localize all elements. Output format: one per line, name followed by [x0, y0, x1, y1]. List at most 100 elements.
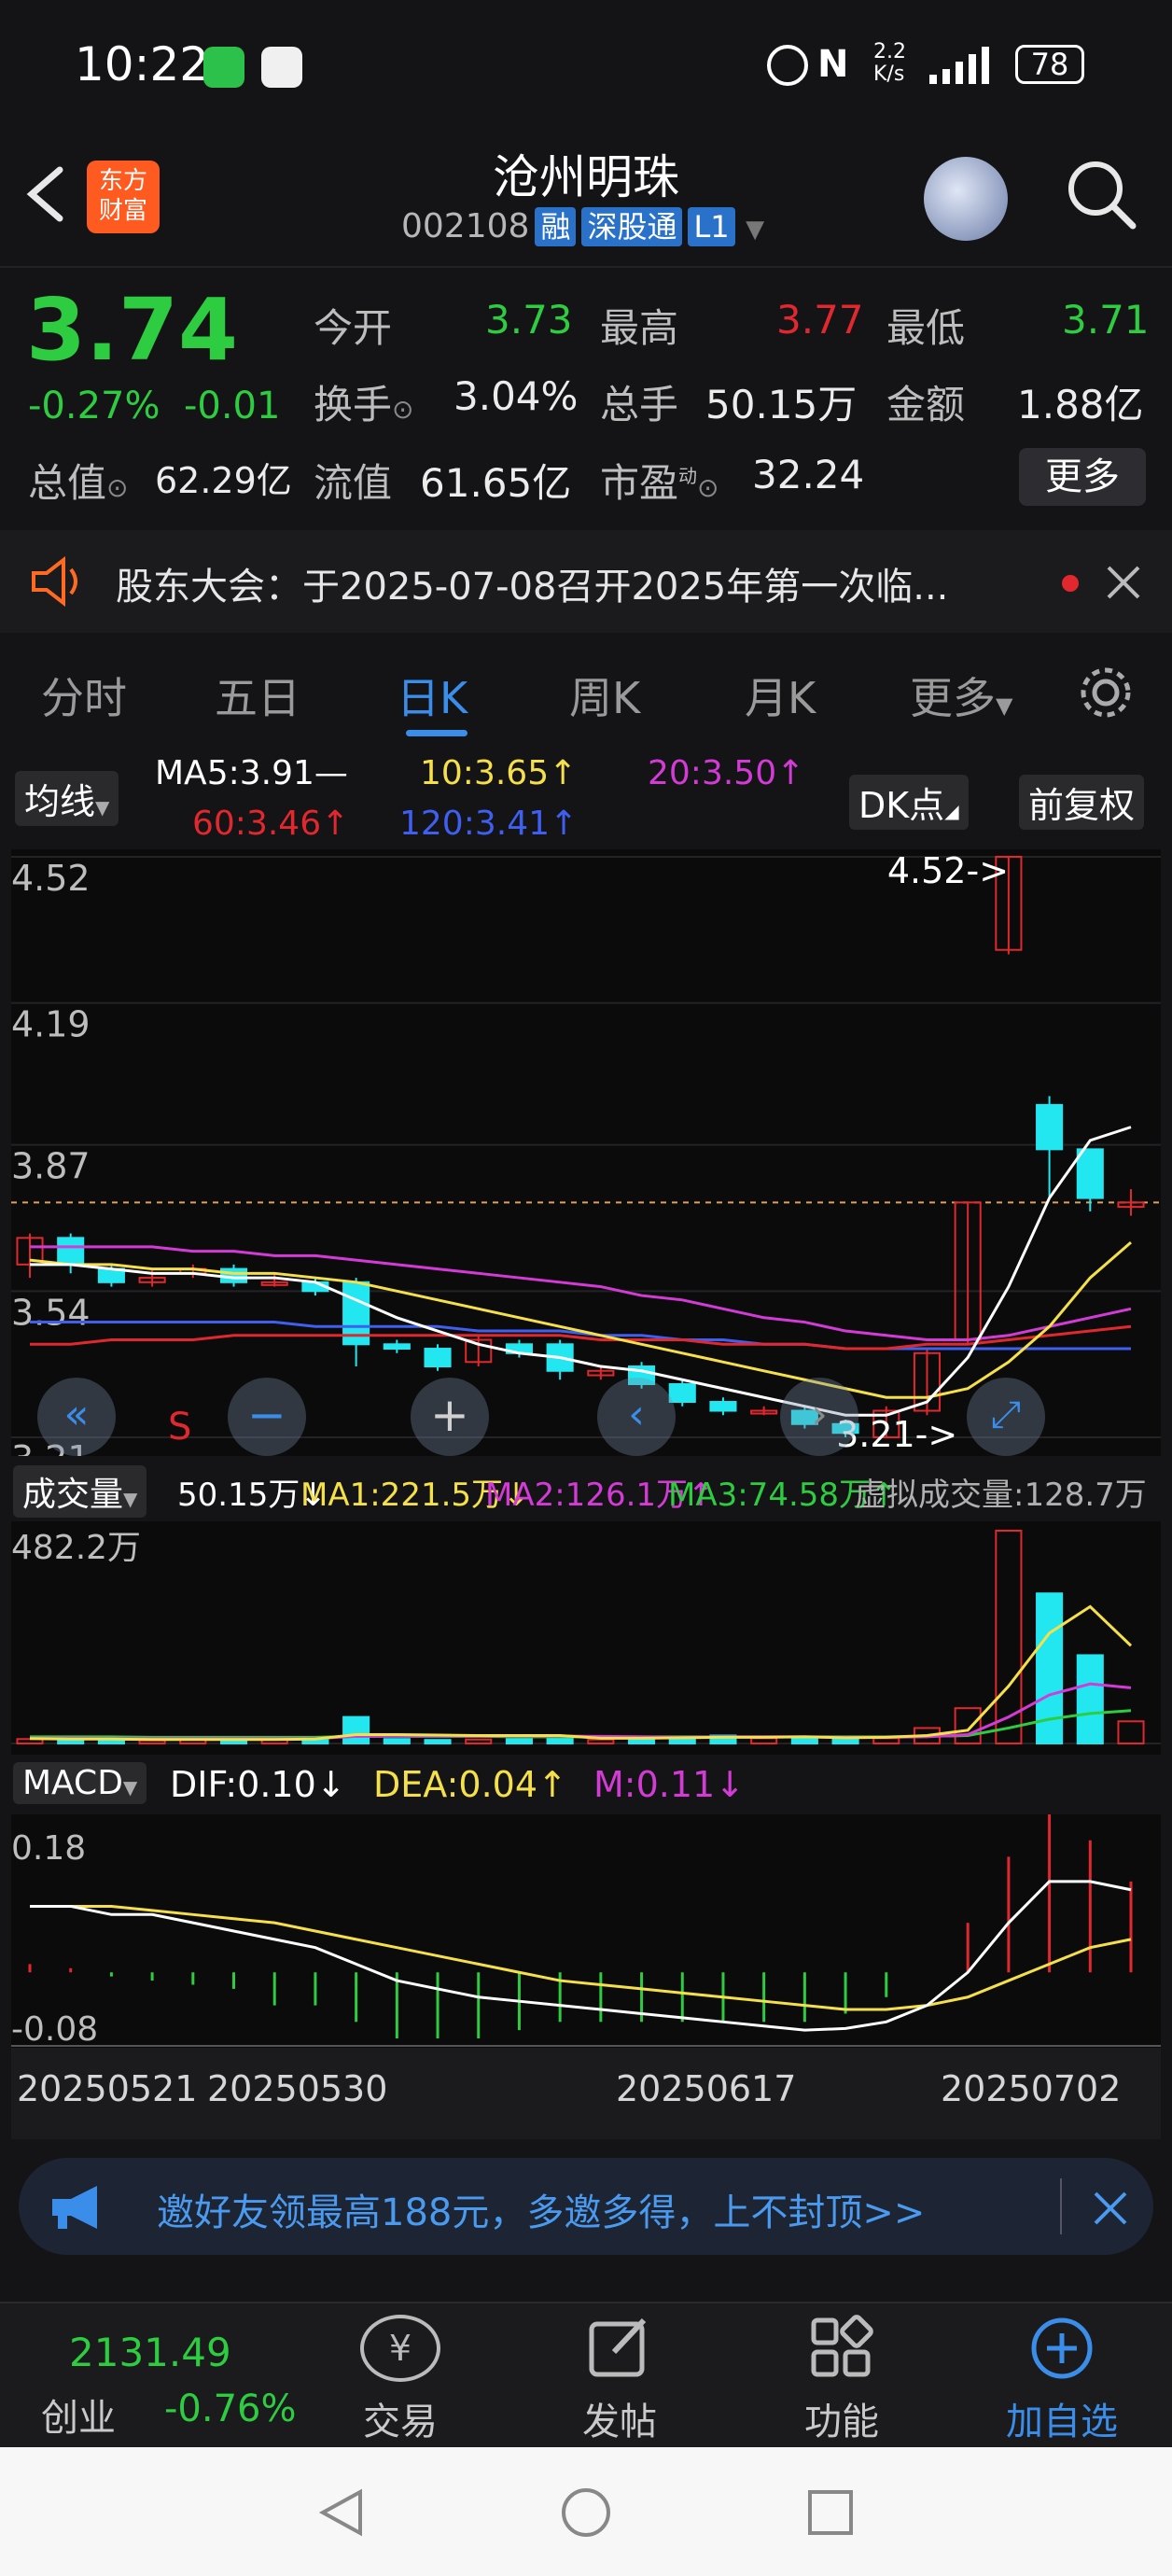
scroll-right-icon[interactable]: › [780, 1378, 858, 1456]
rewind-icon[interactable]: « [37, 1378, 116, 1456]
tab-intraday[interactable]: 分时 [41, 665, 127, 726]
close-icon[interactable] [1105, 564, 1142, 601]
nav-functions[interactable]: 功能 [776, 2391, 907, 2445]
functions-grid-icon[interactable] [808, 2315, 875, 2382]
system-back-icon[interactable] [315, 2486, 368, 2539]
level-tag: L1 [688, 207, 735, 246]
ma60-value: 60:3.46↑ [192, 805, 350, 843]
adjust-button[interactable]: 前复权 [1019, 775, 1145, 830]
margin-tag: 融 [535, 207, 577, 246]
macd-selector[interactable]: MACD▼ [13, 1762, 147, 1804]
tab-more[interactable]: 更多▼ [910, 665, 1012, 726]
notice-bar[interactable]: 股东大会：于2025-07-08召开2025年第一次临... [0, 530, 1172, 633]
signal-icon [929, 47, 989, 84]
kline-chart[interactable]: 4.524.193.873.543.21 4.52->3.21-> [11, 849, 1161, 1456]
turnover-label[interactable]: 换手⊙ [314, 373, 413, 430]
open-label: 今开 [314, 305, 393, 351]
ma10-value: 10:3.65↑ [420, 754, 578, 792]
volume-value: 50.15万 [705, 382, 858, 427]
caret-down-icon: ▼ [123, 1488, 138, 1510]
settings-gear-icon[interactable] [1078, 665, 1134, 721]
volume-selector[interactable]: 成交量▼ [13, 1465, 147, 1518]
trade-icon[interactable]: ¥ [360, 2315, 440, 2382]
volume-chart[interactable]: 482.2万 [11, 1521, 1161, 1755]
high-value: 3.77 [776, 297, 864, 343]
candle [57, 1237, 85, 1266]
active-tab-indicator [406, 730, 467, 736]
pe-label[interactable]: 市盈动⊙ [600, 452, 719, 509]
volume-bar [57, 1739, 85, 1744]
caret-down-icon: ▼ [746, 216, 765, 244]
volume-bar [424, 1739, 452, 1744]
ma5-value: MA5:3.91— [155, 754, 348, 792]
invite-banner[interactable]: 邀好友领最高188元，多邀多得，上不封顶>> [19, 2158, 1153, 2255]
tab-weekly-k[interactable]: 周K [569, 665, 640, 726]
post-edit-icon[interactable] [586, 2315, 653, 2382]
candle [709, 1401, 737, 1412]
nav-trade[interactable]: 交易 [335, 2391, 466, 2445]
candle [1036, 1103, 1064, 1151]
candle [424, 1348, 452, 1368]
tab-daily-k[interactable]: 日K [397, 665, 467, 726]
price-tick-label: 4.19 [11, 1004, 91, 1045]
nav-post[interactable]: 发帖 [554, 2391, 685, 2445]
macd-chart[interactable]: 0.18 -0.08 [11, 1814, 1161, 2048]
app-notification-icon [261, 47, 302, 88]
macd-dif: DIF:0.10↓ [170, 1764, 346, 1805]
last-price: 3.74 [26, 280, 238, 380]
date-label: 20250530 [207, 2068, 388, 2109]
add-watchlist-icon[interactable] [1028, 2315, 1095, 2382]
more-button[interactable]: 更多 [1019, 448, 1146, 506]
macd-dea: DEA:0.04↑ [373, 1764, 567, 1805]
volume-bar [505, 1738, 533, 1744]
ma-selector[interactable]: 均线▼ [15, 771, 119, 826]
robot-assistant-icon[interactable] [924, 157, 1008, 241]
unread-dot [1062, 575, 1079, 592]
nfc-icon: N [817, 43, 849, 86]
volume-bar [1076, 1654, 1104, 1744]
stock-code-row[interactable]: 002108 融深股通 L1 ▼ [401, 207, 764, 246]
search-icon[interactable] [1064, 157, 1138, 231]
index-change: -0.76% [164, 2387, 297, 2430]
macd-tick-label: -0.08 [11, 2010, 98, 2048]
candle [668, 1383, 696, 1404]
amount-value: 1.88亿 [1017, 382, 1144, 427]
volume-bar [546, 1737, 574, 1744]
float-value: 61.65亿 [420, 460, 572, 506]
divider [1060, 2178, 1062, 2234]
volume-bar [383, 1738, 411, 1744]
ma20-value: 20:3.50↑ [648, 754, 805, 792]
dk-point-button[interactable]: DK点◢ [849, 775, 969, 830]
float-label: 流值 [314, 460, 393, 506]
amount-label: 金额 [886, 382, 966, 427]
price-tick-label: 3.87 [11, 1146, 91, 1187]
pe-value: 32.24 [752, 452, 865, 497]
fullscreen-icon[interactable]: ⤢ [967, 1378, 1045, 1456]
mktcap-label[interactable]: 总值⊙ [28, 452, 128, 509]
info-icon: ⊙ [697, 472, 719, 503]
system-home-icon[interactable] [560, 2486, 612, 2539]
notice-text: 股东大会：于2025-07-08召开2025年第一次临... [116, 566, 949, 609]
system-recents-icon[interactable] [804, 2486, 857, 2539]
high-label: 最高 [600, 305, 679, 351]
price-change: -0.27% -0.01 [28, 385, 281, 427]
date-label: 20250617 [616, 2068, 797, 2109]
index-name[interactable]: 创业 [41, 2387, 116, 2442]
caret-down-icon: ▼ [122, 1776, 138, 1799]
zoom-in-icon[interactable]: + [411, 1378, 489, 1456]
banner-text: 邀好友领最高188元，多邀多得，上不封顶>> [157, 2191, 926, 2234]
zoom-out-icon[interactable]: − [228, 1378, 306, 1456]
tab-monthly-k[interactable]: 月K [745, 665, 816, 726]
turnover-value: 3.04% [453, 373, 579, 419]
sell-marker: S [168, 1406, 192, 1449]
scroll-left-icon[interactable]: ‹ [597, 1378, 676, 1456]
caret-down-icon: ▼ [95, 796, 110, 819]
info-icon: ⊙ [392, 394, 414, 425]
low-label: 最低 [886, 305, 966, 351]
close-icon[interactable] [1092, 2190, 1129, 2227]
index-value[interactable]: 2131.49 [69, 2330, 231, 2375]
tab-five-day[interactable]: 五日 [215, 665, 300, 726]
nav-add-watchlist[interactable]: 加自选 [997, 2391, 1127, 2445]
speaker-icon [32, 556, 77, 607]
status-bar: 10:22 N 2.2 K/s 78 [0, 0, 1172, 135]
